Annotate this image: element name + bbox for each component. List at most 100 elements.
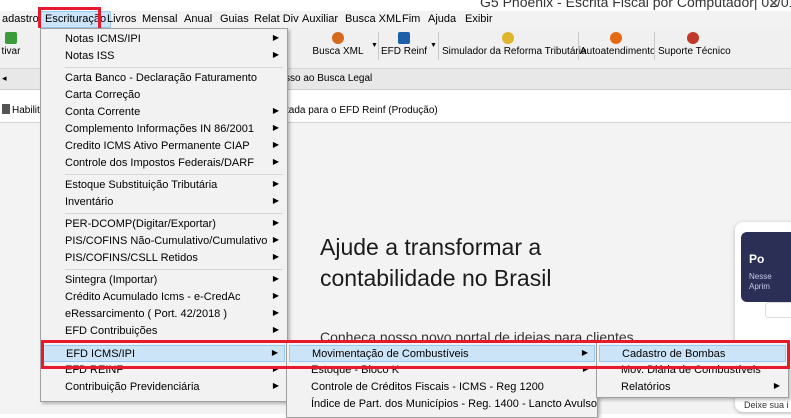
menu-item-notas-iss[interactable]: Notas ISS ▶ xyxy=(43,48,285,65)
menu-item-carta-banco-declaracao-faturamento[interactable]: Carta Banco - Declaração Faturamento xyxy=(43,70,285,87)
busca-xml-dropdown-icon[interactable]: ▼ xyxy=(371,42,378,49)
submenu-arrow-icon: ▶ xyxy=(272,123,279,132)
menu-item-label: PIS/COFINS/CSLL Retidos xyxy=(65,252,198,264)
menu-item-cadastro-de-bombas[interactable]: Cadastro de Bombas xyxy=(599,345,786,362)
menu-busca-xml[interactable]: Busca XML xyxy=(345,13,401,25)
title-bar: G5 Phoenix - Escrita Fiscal por Computad… xyxy=(0,0,791,11)
menu-item-per-dcomp-digitar-exportar[interactable]: PER-DCOMP(Digitar/Exportar) ▶ xyxy=(43,216,285,233)
submenu-arrow-icon: ▶ xyxy=(272,381,279,390)
busca-legal-link[interactable]: sso ao Busca Legal xyxy=(285,73,372,84)
menu-item-efd-icms-ipi[interactable]: EFD ICMS/IPI ▶ xyxy=(43,345,285,362)
menu-item-carta-correcao[interactable]: Carta Correção xyxy=(43,87,285,104)
menu-auxiliar[interactable]: Auxiliar xyxy=(302,13,338,25)
menu-item-eressarcimento-port-42-2018[interactable]: eRessarcimento ( Port. 42/2018 ) ▶ xyxy=(43,306,285,323)
busca-xml-button[interactable]: Busca XML xyxy=(310,32,366,57)
submenu-arrow-icon: ▶ xyxy=(271,348,278,357)
menu-item-label: Estoque Substituição Tributária xyxy=(65,179,218,191)
menu-item-label: Movimentação de Combustíveis xyxy=(312,348,469,360)
menu-ajuda[interactable]: Ajuda xyxy=(428,13,456,25)
ativar-icon xyxy=(5,32,17,44)
card-sub1: Nesse xyxy=(749,272,772,281)
menu-item-label: Credito ICMS Ativo Permanente CIAP xyxy=(65,140,250,152)
menu-guias[interactable]: Guias xyxy=(220,13,249,25)
efd-reinf-dropdown-icon[interactable]: ▼ xyxy=(430,42,437,49)
menu-item-label: Sintegra (Importar) xyxy=(65,274,158,286)
submenu-arrow-icon: ▶ xyxy=(272,196,279,205)
menu-item-label: Conta Corrente xyxy=(65,106,141,118)
arrow-icon: ◂ xyxy=(2,73,7,83)
menu-item-label: PIS/COFINS Não-Cumulativo/Cumulativo xyxy=(65,235,268,247)
menu-item-contribuicao-previdenciaria[interactable]: Contribuição Previdenciária ▶ xyxy=(43,379,285,396)
menu-livros[interactable]: Livros xyxy=(107,13,136,25)
menu-item-estoque-substituicao-tributaria[interactable]: Estoque Substituição Tributária ▶ xyxy=(43,177,285,194)
menu-item-label: Contribuição Previdenciária xyxy=(65,381,200,393)
menu-item-notas-icms-ipi[interactable]: Notas ICMS/IPI ▶ xyxy=(43,31,285,48)
submenu-arrow-icon: ▶ xyxy=(272,308,279,317)
menu-exibir[interactable]: Exibir xyxy=(465,13,493,25)
submenu-arrow-icon: ▶ xyxy=(582,364,589,373)
menu-item-inventario[interactable]: Inventário ▶ xyxy=(43,194,285,211)
menu-item-label: Índice de Part. dos Municípios - Reg. 14… xyxy=(311,398,597,410)
menu-separator xyxy=(65,67,283,68)
menu-item-indice-de-part-dos-municipios-reg-1400-lancto-avulso[interactable]: Índice de Part. dos Municípios - Reg. 14… xyxy=(289,396,597,413)
toolbar-separator xyxy=(654,32,655,60)
menu-item-movimentacao-de-combustiveis[interactable]: Movimentação de Combustíveis ▶ xyxy=(289,345,595,362)
simulador-icon xyxy=(502,32,514,44)
menu-item-mov-diaria-de-combustiveis[interactable]: Mov. Diária de Combustíveis xyxy=(599,362,786,379)
submenu-arrow-icon: ▶ xyxy=(272,235,279,244)
submenu-arrow-icon: ▶ xyxy=(272,252,279,261)
toolbar-separator xyxy=(378,32,379,60)
menu-item-efd-reinf[interactable]: EFD REINF ▶ xyxy=(43,362,285,379)
suporte-icon xyxy=(687,32,699,44)
menu-item-credito-acumulado-icms-e-credac[interactable]: Crédito Acumulado Icms - e-CredAc ▶ xyxy=(43,289,285,306)
menu-escrituracao[interactable]: Escrituração xyxy=(40,11,112,28)
menu-item-label: Controle dos Impostos Federais/DARF xyxy=(65,157,254,169)
menu-item-label: Crédito Acumulado Icms - e-CredAc xyxy=(65,291,241,303)
menu-cadastro[interactable]: adastro xyxy=(2,13,39,25)
menu-item-label: Cadastro de Bombas xyxy=(622,348,726,360)
simulador-button[interactable]: Simulador da Reforma Tributária xyxy=(442,32,587,57)
menu-item-credito-icms-ativo-permanente-ciap[interactable]: Credito ICMS Ativo Permanente CIAP ▶ xyxy=(43,138,285,155)
card-banner: Po Nesse Aprim xyxy=(741,232,791,302)
menu-item-label: Notas ICMS/IPI xyxy=(65,33,141,45)
menu-separator xyxy=(65,174,283,175)
menu-item-efd-contribuicoes[interactable]: EFD Contribuições ▶ xyxy=(43,323,285,340)
ativar-button[interactable]: tivar xyxy=(0,32,22,57)
menu-item-pis-cofins-csll-retidos[interactable]: PIS/COFINS/CSLL Retidos ▶ xyxy=(43,250,285,267)
close-icon[interactable]: ✕ xyxy=(768,0,780,11)
menu-item-conta-corrente[interactable]: Conta Corrente ▶ xyxy=(43,104,285,121)
submenu-arrow-icon: ▶ xyxy=(272,106,279,115)
menu-bar: adastro Escrituração Livros Mensal Anual… xyxy=(0,11,791,28)
menu-item-label: Carta Banco - Declaração Faturamento xyxy=(65,72,257,84)
window-title: G5 Phoenix - Escrita Fiscal por Computad… xyxy=(480,0,791,10)
card-input[interactable] xyxy=(765,302,791,318)
submenu-arrow-icon: ▶ xyxy=(272,325,279,334)
menu-separator xyxy=(65,342,283,343)
menu-item-controle-de-creditos-fiscais-icms-reg-1200[interactable]: Controle de Créditos Fiscais - ICMS - Re… xyxy=(289,379,595,396)
menu-item-label: Relatórios xyxy=(621,381,671,393)
autoatendimento-button[interactable]: Autoatendimento xyxy=(580,32,656,57)
submenu-arrow-icon: ▶ xyxy=(272,140,279,149)
menu-separator xyxy=(65,213,283,214)
suporte-tecnico-button[interactable]: Suporte Técnico xyxy=(658,32,731,57)
menu-item-relatorios[interactable]: Relatórios ▶ xyxy=(599,379,786,396)
efd-reinf-icon xyxy=(398,32,410,44)
menu-item-sintegra-importar[interactable]: Sintegra (Importar) ▶ xyxy=(43,272,285,289)
menu-item-estoque-bloco-k[interactable]: Estoque - Bloco K ▶ xyxy=(289,362,595,379)
escrituracao-dropdown: Notas ICMS/IPI ▶ Notas ISS ▶ Carta Banco - D… xyxy=(40,28,288,402)
menu-item-label: Carta Correção xyxy=(65,89,141,101)
card-subtitle: Nesse Aprim xyxy=(749,272,772,292)
menu-separator xyxy=(65,269,283,270)
submenu-arrow-icon: ▶ xyxy=(272,33,279,42)
menu-item-pis-cofins-nao-cumulativo-cumulativo[interactable]: PIS/COFINS Não-Cumulativo/Cumulativo ▶ xyxy=(43,233,285,250)
menu-item-complemento-informacoes-in-86-2001[interactable]: Complemento Informações IN 86/2001 ▶ xyxy=(43,121,285,138)
menu-item-controle-dos-impostos-federais-darf[interactable]: Controle dos Impostos Federais/DARF ▶ xyxy=(43,155,285,172)
menu-anual[interactable]: Anual xyxy=(184,13,212,25)
submenu-arrow-icon: ▶ xyxy=(773,381,780,390)
efd-reinf-button[interactable]: EFD Reinf xyxy=(380,32,428,57)
autoatendimento-icon xyxy=(610,32,622,44)
menu-relat-div[interactable]: Relat Div xyxy=(254,13,299,25)
menu-fim[interactable]: Fim xyxy=(402,13,420,25)
menu-mensal[interactable]: Mensal xyxy=(142,13,177,25)
menu-item-label: Mov. Diária de Combustíveis xyxy=(621,364,761,376)
